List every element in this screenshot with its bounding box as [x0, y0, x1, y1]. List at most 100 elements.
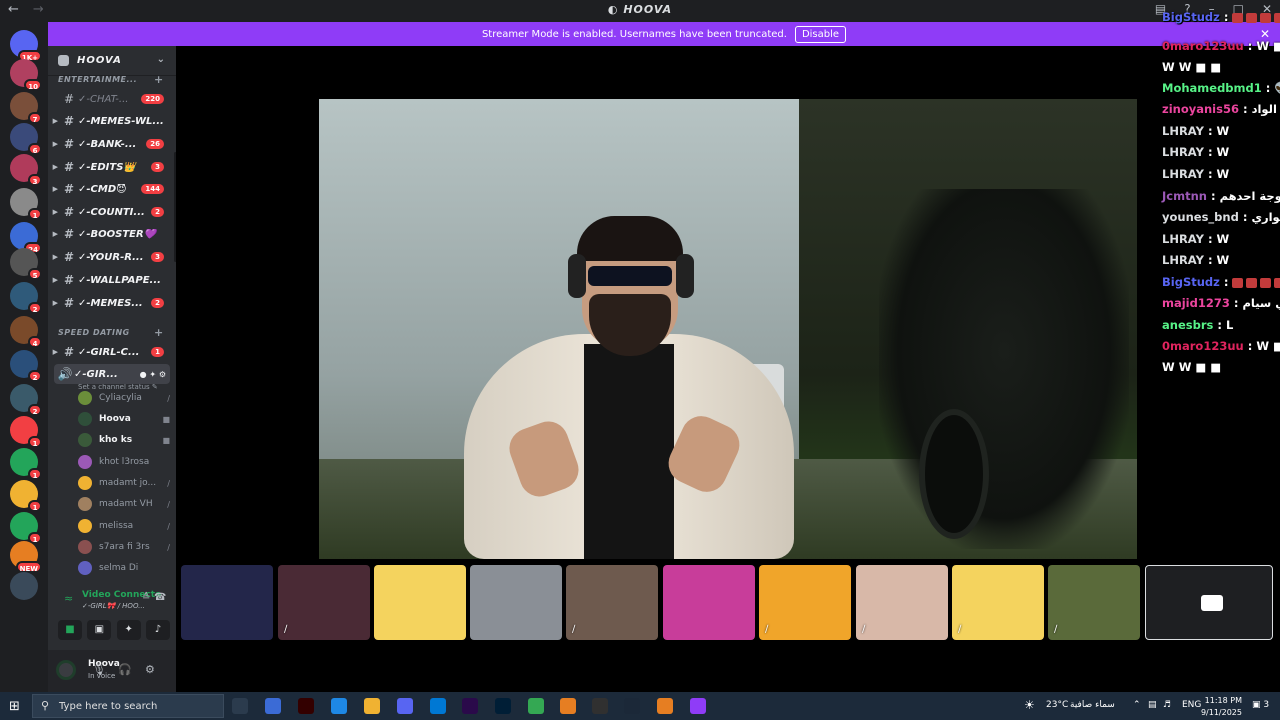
chrome-icon[interactable]	[528, 698, 544, 714]
participant-tile[interactable]: ∕	[278, 565, 370, 640]
chat-username[interactable]: younes_bnd	[1162, 210, 1239, 224]
chat-username[interactable]: LHRAY	[1162, 124, 1204, 138]
participant-tile[interactable]: ∕	[856, 565, 948, 640]
chat-username[interactable]: majid1273	[1162, 296, 1230, 310]
disable-button[interactable]: Disable	[794, 25, 847, 43]
edge-icon[interactable]	[331, 698, 347, 714]
participant-tile[interactable]: ∕	[566, 565, 658, 640]
chat-username[interactable]: LHRAY	[1162, 167, 1204, 181]
steam-icon[interactable]	[624, 698, 640, 714]
channel-item[interactable]: ▶ # ✓-GIRL-C... 1	[48, 342, 174, 362]
add-channel-icon[interactable]: +	[154, 73, 164, 86]
voice-user[interactable]: kho ks ■	[78, 430, 170, 450]
channel-item[interactable]: ▶ # ✓-COUNTI... 2	[48, 202, 174, 222]
weather-icon[interactable]: ☀	[1024, 698, 1035, 712]
chat-username[interactable]: LHRAY	[1162, 232, 1204, 246]
video-icon[interactable]: ■	[58, 620, 82, 640]
chat-username[interactable]: BigStudz	[1162, 275, 1220, 289]
taskbar-search[interactable]: ⚲ Type here to search	[32, 694, 224, 718]
server-icon[interactable]: 3	[10, 154, 42, 186]
chat-username[interactable]: anesbrs	[1162, 318, 1213, 332]
participant-tile[interactable]	[663, 565, 755, 640]
voice-user[interactable]: madamt VH ∕	[78, 494, 170, 514]
voice-user[interactable]: Hoova ■	[78, 409, 170, 429]
channel-item[interactable]: ▶ # ✓-MEMES... 2	[48, 293, 174, 313]
participant-tile[interactable]: ∕	[1048, 565, 1140, 640]
voice-channel[interactable]: 🔊 ✓-GIR... ● ✦ ⚙	[54, 364, 170, 384]
server-icon[interactable]: 2	[10, 282, 42, 314]
server-icon[interactable]: 4	[10, 316, 42, 348]
tray-chevron-icon[interactable]: ⌃	[1133, 700, 1141, 710]
premiere-icon[interactable]	[462, 698, 478, 714]
chat-username[interactable]: LHRAY	[1162, 145, 1204, 159]
channel-item[interactable]: # ✓-CHAT-... 220	[48, 89, 174, 109]
network-icon[interactable]: ▤	[1148, 700, 1157, 710]
connection-channel[interactable]: ✓-GIRL🎀 / HOO...	[82, 602, 145, 610]
streamlabs-icon[interactable]	[690, 698, 706, 714]
server-icon[interactable]: 2	[10, 384, 42, 416]
participant-tile[interactable]: ∕	[952, 565, 1044, 640]
voice-user[interactable]: melissa ∕	[78, 516, 170, 536]
server-icon[interactable]: NEW	[10, 541, 42, 573]
server-icon[interactable]: 6	[10, 123, 42, 155]
category-entertainment[interactable]: ENTERTAINME... +	[58, 73, 163, 86]
chat-username[interactable]: 0maro123uu	[1162, 39, 1244, 53]
avatar[interactable]	[56, 660, 76, 680]
chat-username[interactable]: zinoyanis56	[1162, 102, 1239, 116]
store-icon[interactable]	[265, 698, 281, 714]
headphones-icon[interactable]: 🎧	[118, 663, 132, 676]
server-icon[interactable]: 1	[10, 448, 42, 480]
self-camera-tile[interactable]	[1145, 565, 1273, 640]
settings-gear-icon[interactable]: ⚙	[145, 663, 155, 676]
disconnect-icon[interactable]: ☎	[154, 592, 166, 603]
server-icon[interactable]: 24	[10, 222, 42, 254]
channel-item[interactable]: ▶ # ✓-BANK-... 26	[48, 134, 174, 154]
server-icon[interactable]: 5	[10, 248, 42, 280]
weather-desc[interactable]: سماء صافية	[1070, 700, 1115, 710]
channel-item[interactable]: ▶ # ✓-CMD😈 144	[48, 179, 174, 199]
focused-video-stream[interactable]	[319, 99, 1137, 559]
weather-temp[interactable]: 23°C	[1046, 700, 1068, 710]
noise-suppression-icon[interactable]: ≙	[142, 592, 150, 603]
voice-user[interactable]: selma Di	[78, 558, 170, 578]
channel-item[interactable]: ▶ # ✓-WALLPAPE...	[48, 270, 174, 290]
app-icon[interactable]	[657, 698, 673, 714]
channel-item[interactable]: ▶ # ✓-BOOSTER💜	[48, 224, 174, 244]
mic-icon[interactable]: 🎙	[92, 663, 106, 676]
channel-item[interactable]: ▶ # ✓-EDITS👑 3	[48, 157, 174, 177]
windows-start-icon[interactable]: ⊞	[9, 699, 20, 714]
server-icon[interactable]	[10, 572, 38, 600]
voice-user[interactable]: Cyliacylia ∕	[78, 388, 170, 408]
server-icon[interactable]: 10	[10, 59, 42, 91]
add-channel-icon[interactable]: +	[154, 326, 164, 339]
discord-taskbar-icon[interactable]	[397, 698, 413, 714]
server-icon[interactable]: 7	[10, 92, 42, 124]
voice-user[interactable]: madamt jo... ∕	[78, 473, 170, 493]
server-icon[interactable]: 2	[10, 350, 42, 382]
signal-icon[interactable]: ≈	[64, 592, 73, 605]
outlook-icon[interactable]	[430, 698, 446, 714]
chat-username[interactable]: BigStudz	[1162, 10, 1220, 24]
chat-username[interactable]: Mohamedbmd1	[1162, 81, 1262, 95]
system-clock[interactable]: 11:18 PM 9/11/2025	[1201, 695, 1242, 719]
participant-tile[interactable]: ∕	[759, 565, 851, 640]
guild-header[interactable]: HOOVA ⌄	[48, 46, 176, 76]
channel-item[interactable]: ▶ # ✓-MEMES-WL...	[48, 111, 174, 131]
category-speed-dating[interactable]: SPEED DATING +	[58, 326, 163, 339]
chat-username[interactable]: Jcmtnn	[1162, 189, 1207, 203]
screen-share-icon[interactable]: ▣	[87, 620, 112, 640]
vpn-icon[interactable]	[560, 698, 576, 714]
volume-icon[interactable]: ♬	[1163, 700, 1171, 710]
participant-tile[interactable]	[374, 565, 466, 640]
chat-username[interactable]: 0maro123uu	[1162, 339, 1244, 353]
notification-icon[interactable]: ▣ 3	[1252, 700, 1269, 710]
activity-icon[interactable]: ✦	[116, 620, 141, 640]
server-icon[interactable]: 1	[10, 188, 42, 220]
language-indicator[interactable]: ENG	[1182, 700, 1201, 710]
server-icon[interactable]: 1	[10, 480, 42, 512]
participant-tile[interactable]	[181, 565, 273, 640]
server-icon[interactable]: 1	[10, 416, 42, 448]
voice-user[interactable]: s7ara fi 3rs ∕	[78, 537, 170, 557]
channel-item[interactable]: ▶ # ✓-YOUR-R... 3	[48, 247, 174, 267]
photoshop-icon[interactable]	[495, 698, 511, 714]
